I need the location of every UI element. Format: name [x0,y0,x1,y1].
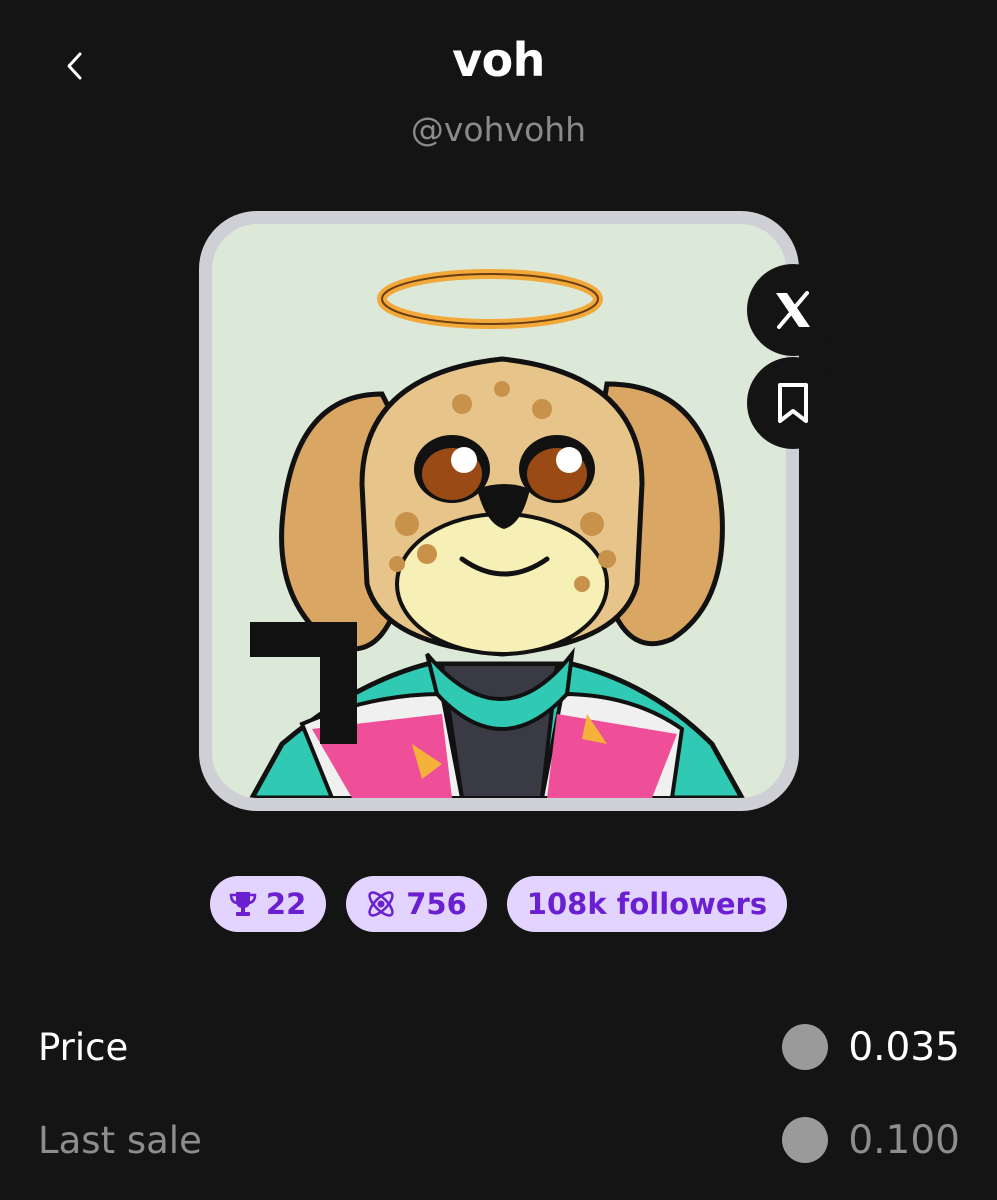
x-logo-icon [776,291,810,329]
trophies-pill[interactable]: 22 [209,876,327,932]
coin-icon [782,1024,829,1070]
atoms-pill[interactable]: 756 [346,876,487,932]
stats-bar: 22 756 108k followers [0,876,997,932]
avatar [212,224,786,798]
price-row: Price 0.035 [38,1017,960,1077]
last-sale-label: Last sale [38,1118,202,1162]
page-title: voh [452,33,545,87]
user-handle: @vohvohh [410,110,587,149]
avatar-frame[interactable] [199,211,799,811]
trophies-count: 22 [265,887,307,921]
atom-icon [368,891,394,917]
price-value: 0.035 [848,1024,960,1070]
followers-count: 108k followers [526,887,768,921]
atoms-count: 756 [406,887,467,921]
dog-avatar-image [212,224,786,798]
last-sale-row: Last sale 0.100 [38,1110,960,1170]
price-value-group: 0.035 [782,1024,960,1070]
coin-icon [782,1117,829,1163]
last-sale-value: 0.100 [848,1117,960,1163]
bookmark-icon [778,383,808,423]
profile-page: voh @vohvohh 22 756 108k followers Price… [0,0,997,1200]
bookmark-button[interactable] [747,357,839,449]
price-label: Price [38,1025,129,1069]
followers-pill[interactable]: 108k followers [506,876,788,932]
trophy-icon [229,892,257,916]
last-sale-value-group: 0.100 [782,1117,960,1163]
x-share-button[interactable] [747,264,839,356]
